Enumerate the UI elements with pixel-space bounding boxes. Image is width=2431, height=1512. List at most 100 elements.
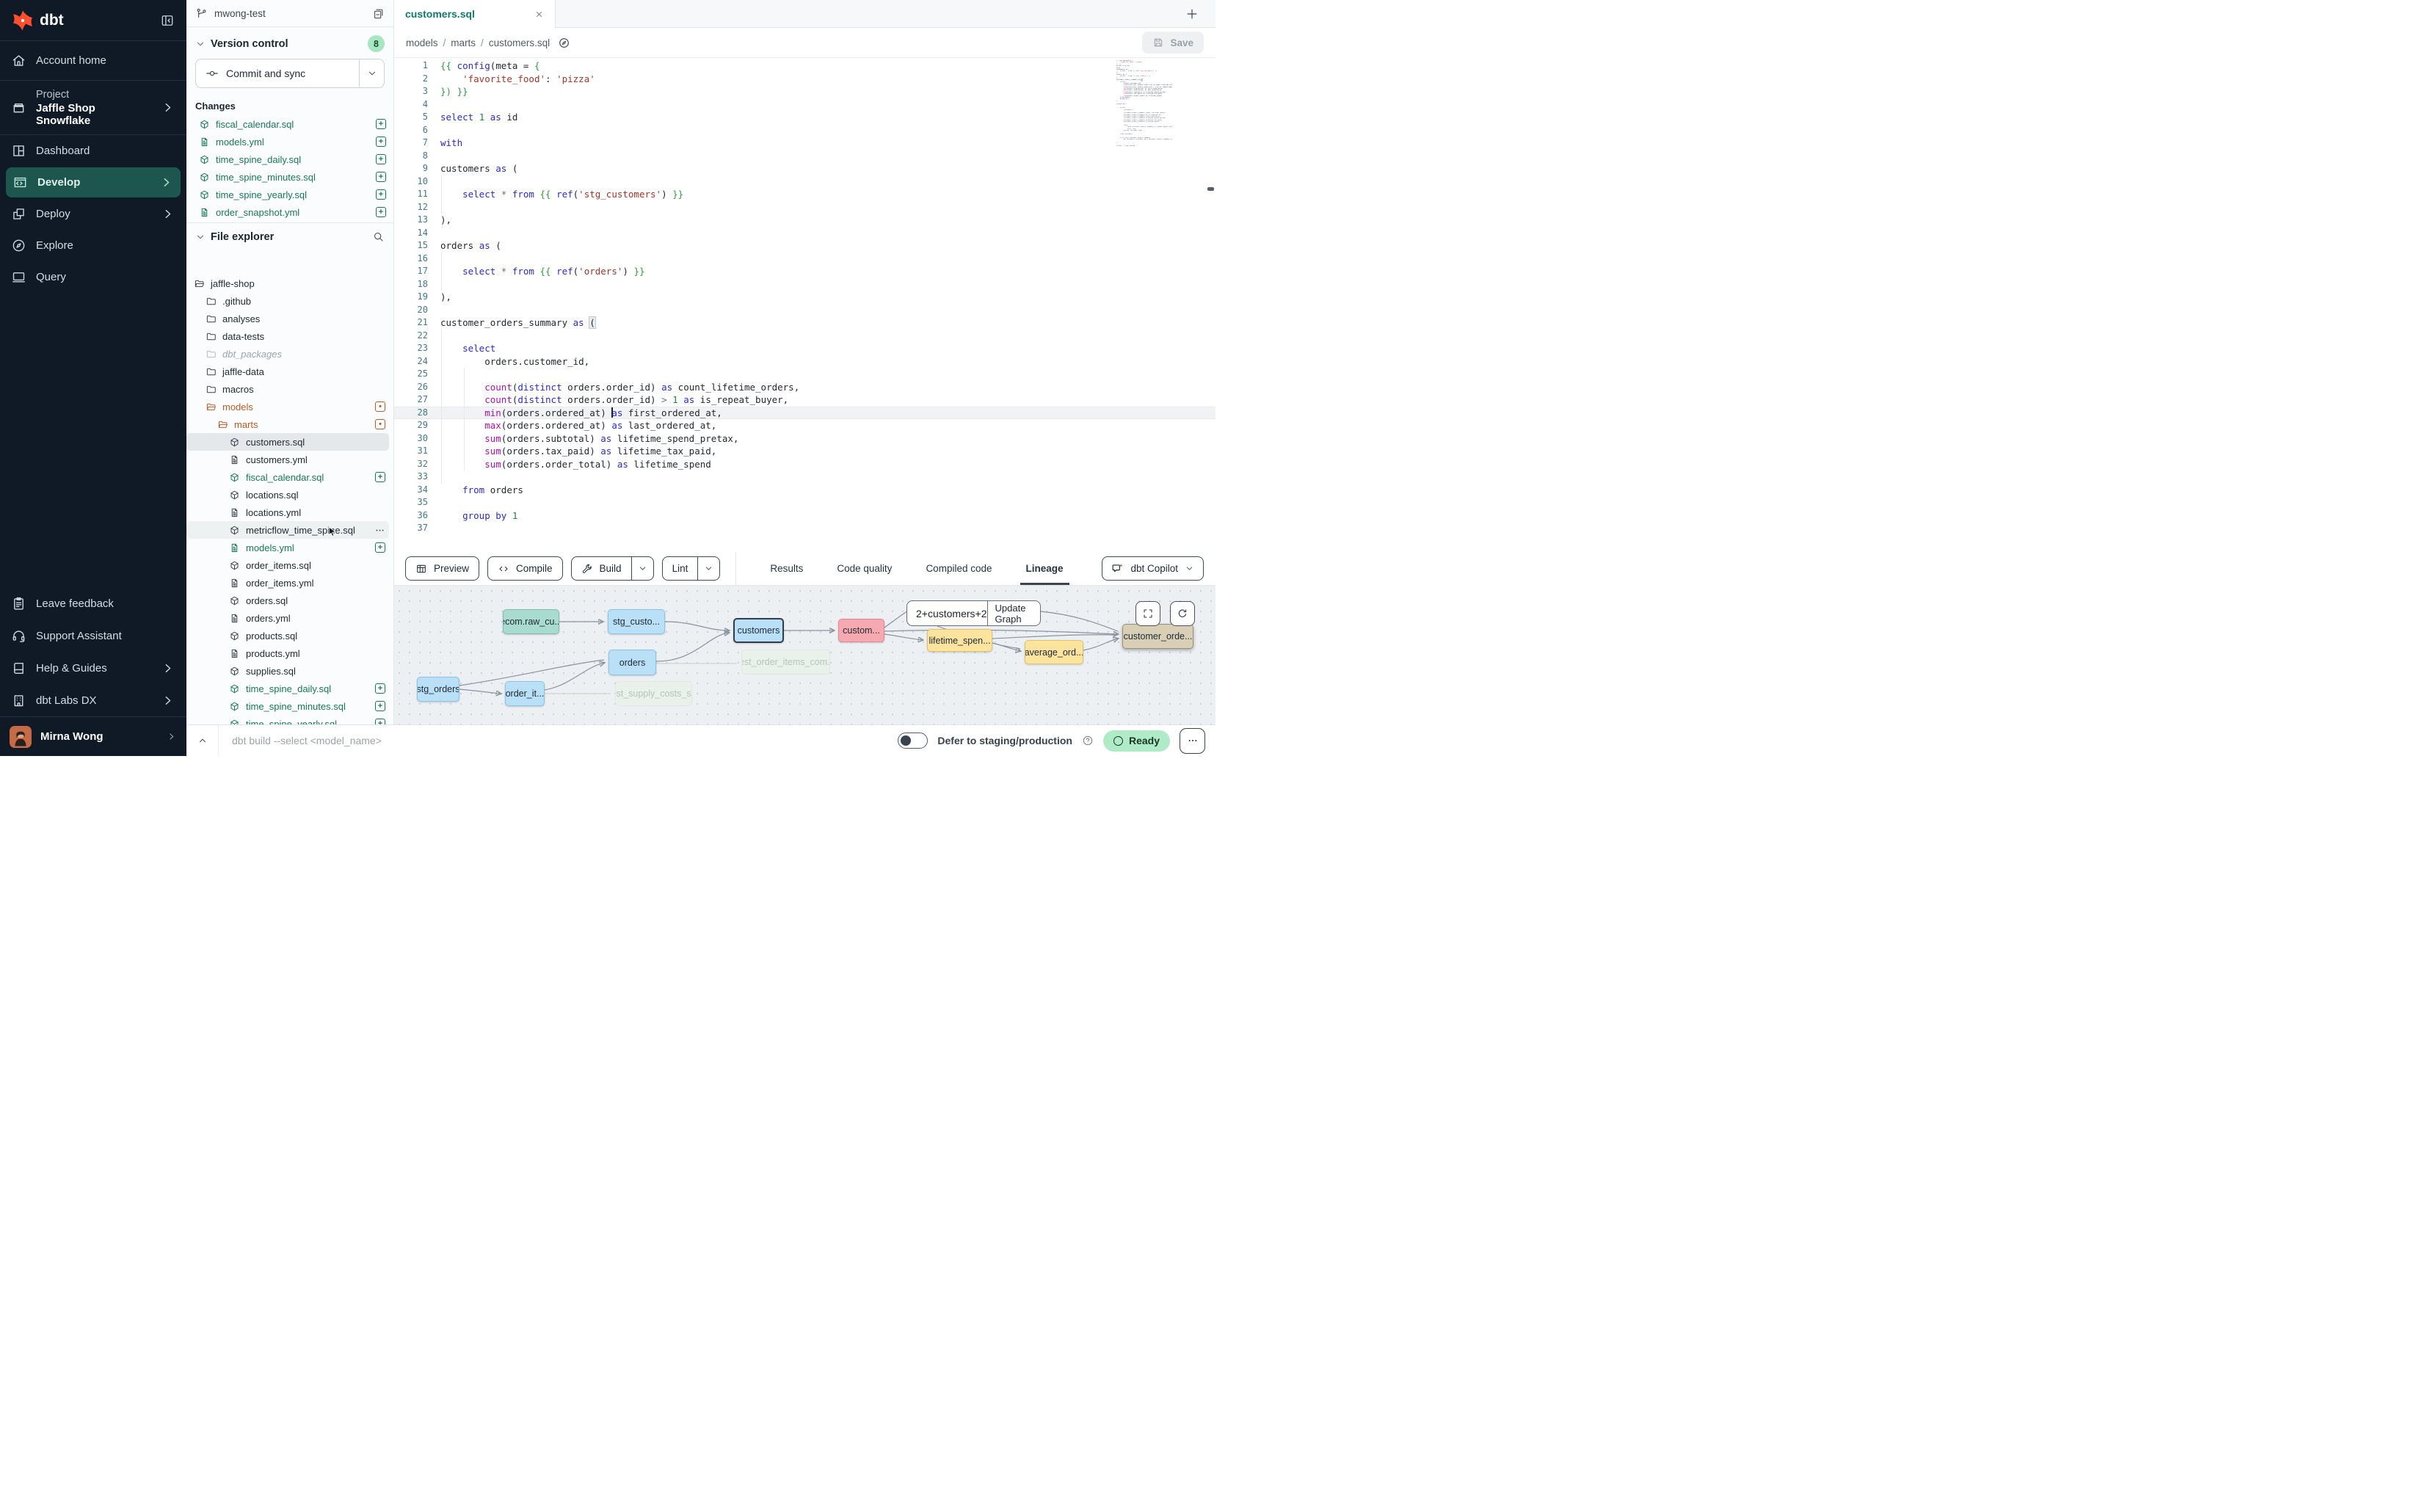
commit-options-button[interactable]: [359, 59, 384, 87]
tree-item-supplies.sql[interactable]: supplies.sql: [186, 662, 389, 680]
tree-item-orders.yml[interactable]: orders.yml: [186, 609, 389, 627]
tree-item-products.sql[interactable]: products.sql: [186, 627, 389, 644]
lint-button[interactable]: Lint: [662, 556, 721, 581]
tab-results[interactable]: Results: [770, 552, 803, 585]
command-input[interactable]: dbt build --select <model_name>: [219, 735, 382, 746]
lineage-node-test_order_items_com[interactable]: test_order_items_com...: [741, 650, 830, 675]
sidebar-item-explore[interactable]: Explore: [0, 230, 186, 261]
build-button[interactable]: Build: [571, 556, 654, 581]
change-item-stg_orders.sql[interactable]: stg_orders.sql•: [186, 221, 393, 223]
tree-item-time_spine_minutes.sql[interactable]: time_spine_minutes.sql+: [186, 697, 389, 715]
breadcrumb-item[interactable]: marts: [451, 37, 476, 48]
fullscreen-button[interactable]: [1135, 601, 1160, 626]
tree-item-marts[interactable]: marts•: [186, 415, 389, 433]
tree-item-customers.yml[interactable]: customers.yml: [186, 451, 389, 468]
dbt-copilot-button[interactable]: dbt Copilot: [1102, 556, 1204, 581]
refresh-button[interactable]: [1170, 601, 1195, 626]
tree-item-time_spine_yearly.sql[interactable]: time_spine_yearly.sql+: [186, 715, 389, 724]
preview-button[interactable]: Preview: [405, 556, 479, 581]
build-options-button[interactable]: [631, 557, 653, 580]
save-button[interactable]: Save: [1142, 32, 1204, 54]
sidebar-item-dashboard[interactable]: Dashboard: [0, 135, 186, 167]
sidebar-item-project[interactable]: ProjectJaffle Shop Snowflake: [0, 81, 186, 135]
sidebar-item-develop[interactable]: Develop: [6, 167, 181, 197]
tree-item-order_items.sql[interactable]: order_items.sql: [186, 556, 389, 574]
more-options-button[interactable]: [1180, 728, 1205, 754]
lineage-node-customer_orde[interactable]: customer_orde...: [1122, 624, 1193, 649]
change-item-fiscal_calendar.sql[interactable]: fiscal_calendar.sql+: [186, 115, 393, 133]
tree-item-metricflow_time_spine.sql[interactable]: metricflow_time_spine.sql: [186, 521, 389, 539]
lineage-node-order_it[interactable]: order_it...: [505, 681, 545, 706]
lineage-node-custom[interactable]: custom...: [838, 619, 884, 642]
lineage-node-average_ord[interactable]: average_ord...: [1025, 640, 1083, 664]
tree-item-dbt_packages[interactable]: dbt_packages: [186, 345, 389, 363]
commit-and-sync-button[interactable]: Commit and sync: [195, 59, 385, 88]
version-control-header[interactable]: Version control 8: [186, 27, 393, 54]
sidebar-item-leave-feedback[interactable]: Leave feedback: [0, 587, 186, 619]
lineage-node-orders[interactable]: orders: [608, 650, 656, 675]
sidebar-item-account-home[interactable]: Account home: [0, 41, 186, 81]
lint-options-button[interactable]: [697, 557, 719, 580]
breadcrumb-item[interactable]: models: [406, 37, 438, 48]
lineage-node-customers[interactable]: customers: [733, 618, 784, 643]
user-menu[interactable]: Mirna Wong: [0, 716, 186, 756]
tree-item-data-tests[interactable]: data-tests: [186, 327, 389, 345]
expand-command-bar-button[interactable]: [186, 725, 219, 756]
search-icon[interactable]: [372, 230, 385, 243]
tree-item-models[interactable]: models•: [186, 398, 389, 415]
lineage-node-ecomraw_cu[interactable]: ecom.raw_cu...: [503, 609, 559, 634]
lineage-node-stg_custo[interactable]: stg_custo...: [608, 609, 665, 634]
tree-item-customers.sql[interactable]: customers.sql: [186, 433, 389, 451]
more-options-icon[interactable]: [374, 525, 385, 536]
sidebar-item-query[interactable]: Query: [0, 261, 186, 293]
tree-item-jaffle-shop[interactable]: jaffle-shop: [186, 275, 389, 292]
change-item-order_snapshot.yml[interactable]: order_snapshot.yml+: [186, 203, 393, 221]
lineage-node-lifetime_spen[interactable]: lifetime_spen...: [927, 629, 992, 652]
sidebar-item-support-assistant[interactable]: Support Assistant: [0, 619, 186, 652]
tree-item-products.yml[interactable]: products.yml: [186, 644, 389, 662]
sidebar-item-help-guides[interactable]: Help & Guides: [0, 652, 186, 684]
compass-icon[interactable]: [558, 37, 570, 49]
help-icon[interactable]: [1082, 735, 1094, 746]
tab-compiled-code[interactable]: Compiled code: [926, 552, 992, 585]
change-item-time_spine_daily.sql[interactable]: time_spine_daily.sql+: [186, 150, 393, 168]
tree-item-.github[interactable]: .github: [186, 292, 389, 310]
tree-item-locations.yml[interactable]: locations.yml: [186, 504, 389, 521]
breadcrumb-item[interactable]: customers.sql: [489, 37, 550, 48]
change-item-models.yml[interactable]: models.yml+: [186, 133, 393, 150]
tab-lineage[interactable]: Lineage: [1026, 552, 1064, 585]
ready-status-badge[interactable]: Ready: [1103, 730, 1170, 752]
lineage-graph[interactable]: count_lifetim... 2+customers+2 Update Gr…: [394, 586, 1216, 724]
tree-item-fiscal_calendar.sql[interactable]: fiscal_calendar.sql+: [186, 468, 389, 486]
editor-minimap[interactable]: {{ config(meta = { 'favorite_food': 'piz…: [1116, 60, 1172, 148]
tree-item-locations.sql[interactable]: locations.sql: [186, 486, 389, 504]
lineage-node-test_supply_costs_s[interactable]: test_supply_costs_s...: [615, 681, 692, 706]
copy-icon[interactable]: [372, 7, 385, 20]
tree-item-orders.sql[interactable]: orders.sql: [186, 592, 389, 609]
tree-item-time_spine_daily.sql[interactable]: time_spine_daily.sql+: [186, 680, 389, 697]
tree-item-order_items.yml[interactable]: order_items.yml: [186, 574, 389, 592]
lineage-node-stg_orders[interactable]: stg_orders: [417, 677, 459, 702]
tab-customers-sql[interactable]: customers.sql: [394, 0, 556, 28]
tab-code-quality[interactable]: Code quality: [837, 552, 892, 585]
close-icon[interactable]: [534, 10, 544, 19]
sidebar-item-dbt-labs-dx[interactable]: dbt Labs DX: [0, 684, 186, 716]
tree-item-models.yml[interactable]: models.yml+: [186, 539, 389, 556]
sidebar-collapse-icon[interactable]: [160, 13, 175, 28]
compile-button[interactable]: Compile: [487, 556, 563, 581]
change-item-time_spine_minutes.sql[interactable]: time_spine_minutes.sql+: [186, 168, 393, 186]
editor-scrollbar-thumb[interactable]: [1207, 187, 1214, 191]
change-item-time_spine_yearly.sql[interactable]: time_spine_yearly.sql+: [186, 186, 393, 203]
tree-item-macros[interactable]: macros: [186, 380, 389, 398]
new-tab-icon[interactable]: [1185, 7, 1199, 21]
file-explorer-header[interactable]: File explorer: [186, 223, 393, 247]
update-graph-button[interactable]: Update Graph: [987, 601, 1041, 625]
lineage-selector-input[interactable]: 2+customers+2: [907, 601, 987, 625]
sidebar-item-deploy[interactable]: Deploy: [0, 198, 186, 230]
git-branch-row[interactable]: mwong-test: [186, 0, 393, 27]
compile-label: Compile: [516, 563, 553, 574]
tree-item-analyses[interactable]: analyses: [186, 310, 389, 327]
tree-item-jaffle-data[interactable]: jaffle-data: [186, 363, 389, 380]
defer-toggle[interactable]: [898, 733, 928, 749]
code-editor[interactable]: 1{{ config(meta = {2 'favorite_food': 'p…: [394, 58, 1216, 552]
